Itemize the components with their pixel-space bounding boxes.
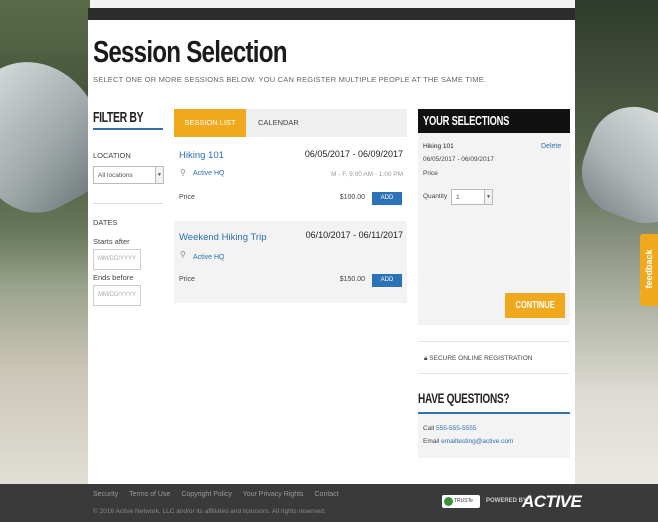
price-label: Price <box>179 276 195 283</box>
tab-calendar[interactable]: CALENDAR <box>258 109 299 137</box>
secure-registration: 🔒︎ SECURE ONLINE REGISTRATION <box>418 341 570 374</box>
footer-copyright: © 2016 Active Network, LLC and/or its af… <box>93 508 326 515</box>
powered-by-label: POWERED BY <box>486 498 528 504</box>
location-label: LOCATION <box>93 151 131 160</box>
footer-link-terms[interactable]: Terms of Use <box>129 491 170 498</box>
session-location-link[interactable]: Active HQ <box>193 170 225 177</box>
secure-text: SECURE ONLINE REGISTRATION <box>429 355 533 362</box>
footer-link-contact[interactable]: Contact <box>315 491 339 498</box>
ends-before-label: Ends before <box>93 273 134 282</box>
footer-link-privacy[interactable]: Your Privacy Rights <box>243 491 304 498</box>
email-link[interactable]: emailtesting@active.com <box>441 438 513 445</box>
tab-session-list[interactable]: SESSION LIST <box>174 109 246 143</box>
page-subtitle: SELECT ONE OR MORE SESSIONS BELOW. YOU C… <box>93 75 487 84</box>
session-title-link[interactable]: Hiking 101 <box>179 150 224 161</box>
dates-label: DATES <box>93 218 118 227</box>
session-schedule: M - F, 9:00 AM - 1:00 PM <box>331 171 403 178</box>
quantity-value: 1 <box>456 194 460 201</box>
location-select[interactable]: All locations ▼ <box>93 166 164 184</box>
footer-link-security[interactable]: Security <box>93 491 118 498</box>
phone-link[interactable]: 555-555-5555 <box>436 425 476 432</box>
feedback-label: feedback <box>644 249 654 289</box>
session-price: $150.00 <box>339 276 365 283</box>
page-title: Session Selection <box>93 34 287 69</box>
session-card: Hiking 101 06/05/2017 - 06/09/2017 ⚲ Act… <box>174 137 407 217</box>
selections-heading: YOUR SELECTIONS <box>418 109 570 133</box>
add-button[interactable]: ADD <box>372 192 402 205</box>
session-title-link[interactable]: Weekend Hiking Trip <box>179 232 266 243</box>
quantity-select[interactable]: 1 ▼ <box>451 189 493 205</box>
call-label: Call <box>423 425 435 432</box>
location-pin-icon: ⚲ <box>180 168 186 177</box>
questions-heading: HAVE QUESTIONS? <box>418 390 510 406</box>
add-button[interactable]: ADD <box>372 274 402 287</box>
selection-price-label: Price <box>423 170 438 177</box>
starts-after-label: Starts after <box>93 237 130 246</box>
location-pin-icon: ⚲ <box>180 250 186 259</box>
filter-heading: FILTER BY <box>93 109 144 126</box>
session-location-link[interactable]: Active HQ <box>193 254 225 261</box>
footer-link-copyright[interactable]: Copyright Policy <box>181 491 232 498</box>
truste-icon <box>444 497 453 506</box>
location-select-value: All locations <box>98 172 133 179</box>
filter-divider <box>93 203 163 204</box>
session-dates: 06/05/2017 - 06/09/2017 <box>304 149 403 159</box>
lock-icon: 🔒︎ <box>424 355 428 362</box>
filter-underline <box>93 128 163 130</box>
ends-before-input[interactable]: MM/DD/YYYY <box>93 285 141 306</box>
footer-links: Security Terms of Use Copyright Policy Y… <box>93 491 348 498</box>
session-card: Weekend Hiking Trip 06/10/2017 - 06/11/2… <box>174 221 407 303</box>
quantity-label: Quantity <box>423 193 448 200</box>
email-label: Email <box>423 438 440 445</box>
email-row: Email emailtesting@active.com <box>423 438 513 445</box>
active-logo[interactable]: ACTIVE <box>522 492 582 512</box>
continue-button[interactable]: CONTINUE <box>505 293 565 318</box>
chevron-down-icon: ▼ <box>155 167 163 183</box>
top-bar <box>88 8 575 20</box>
feedback-tab[interactable]: feedback <box>640 234 658 306</box>
selection-item-dates: 06/05/2017 - 06/09/2017 <box>423 156 494 163</box>
call-row: Call 555-555-5555 <box>423 425 477 432</box>
starts-after-input[interactable]: MM/DD/YYYY <box>93 249 141 270</box>
price-label: Price <box>179 194 195 201</box>
chevron-down-icon: ▼ <box>484 190 492 204</box>
selection-item-title: Hiking 101 <box>423 143 454 150</box>
session-dates: 06/10/2017 - 06/11/2017 <box>305 230 403 240</box>
truste-label: TRUSTe <box>454 498 473 504</box>
questions-panel <box>418 414 570 458</box>
delete-selection-link[interactable]: Delete <box>541 143 561 150</box>
session-price: $100.00 <box>339 194 365 201</box>
truste-badge[interactable]: TRUSTe <box>442 495 480 508</box>
